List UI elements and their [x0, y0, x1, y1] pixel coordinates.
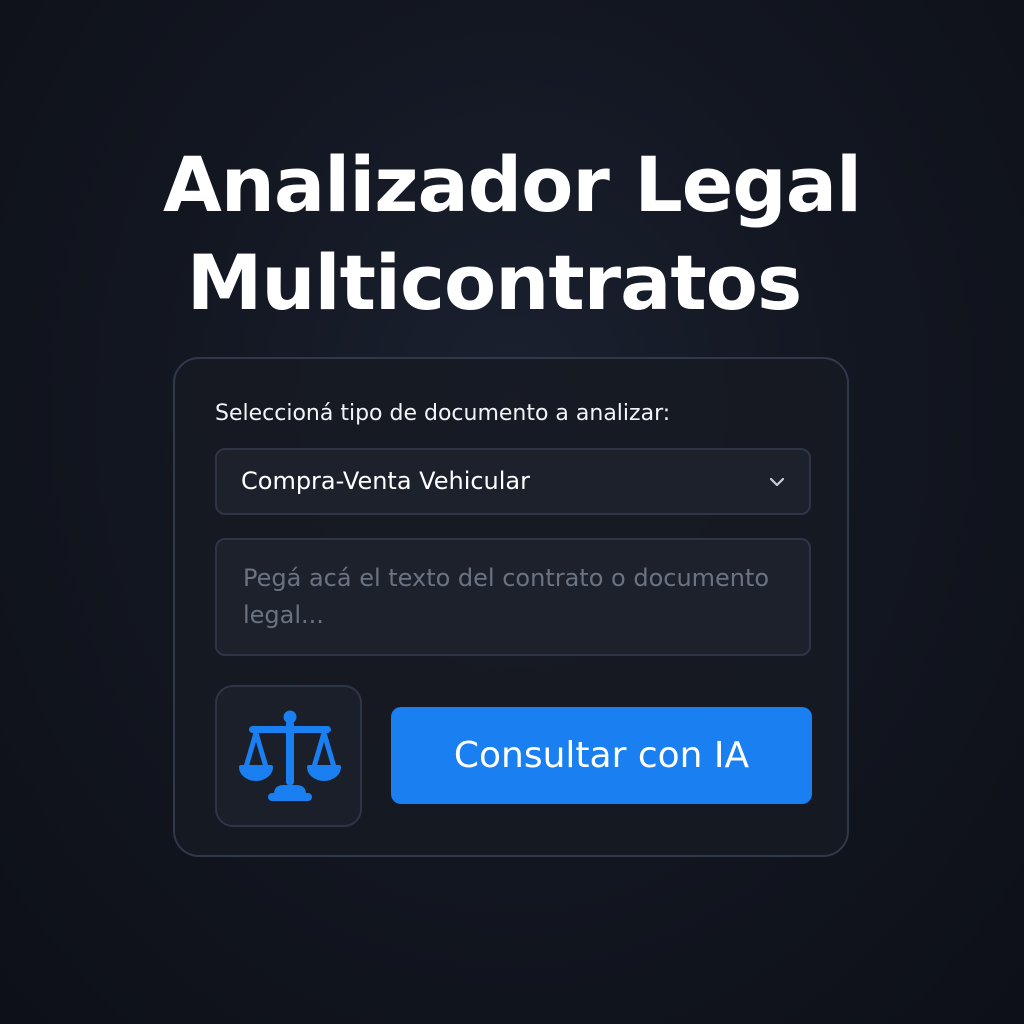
document-type-select[interactable]: Compra-Venta Vehicular — [215, 448, 811, 515]
chevron-down-icon — [769, 477, 785, 487]
contract-text-input[interactable] — [215, 538, 811, 656]
page-title-line-1: Analizador Legal — [162, 140, 862, 229]
consult-ai-button[interactable]: Consultar con IA — [391, 707, 812, 804]
analyzer-card: Seleccioná tipo de documento a analizar:… — [173, 357, 849, 857]
scale-icon-box — [215, 685, 362, 827]
page-title-line-2: Multicontratos — [186, 238, 802, 327]
page-title: Analizador Legal Multicontratos — [0, 136, 1024, 332]
document-type-label: Seleccioná tipo de documento a analizar: — [215, 401, 671, 426]
scale-balance-icon — [239, 710, 341, 801]
document-type-selected-value: Compra-Venta Vehicular — [241, 467, 531, 495]
